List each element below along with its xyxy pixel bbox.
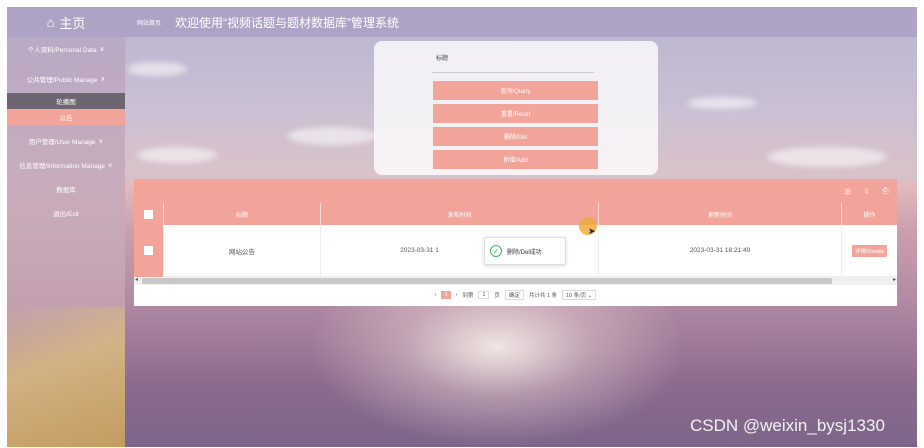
chevron-down-icon: ∨: [99, 46, 105, 53]
page-size-value: 10 条/页: [566, 293, 587, 299]
sidebar-subitem-label: 轮播图: [56, 99, 76, 106]
sidebar-subitem-label: 公告: [59, 115, 73, 122]
toast-message: 删除/Del成功: [507, 249, 542, 256]
page-unit-label: 页: [494, 293, 500, 299]
goto-page-input[interactable]: 1: [478, 291, 490, 299]
delete-button[interactable]: 删除/Del: [433, 127, 598, 146]
background-cloud: [287, 127, 377, 145]
background-cloud: [767, 147, 887, 167]
select-all-checkbox[interactable]: [144, 209, 153, 219]
current-page[interactable]: 1: [441, 291, 451, 299]
total-count: 共计共 1 条: [528, 293, 558, 299]
columns-icon[interactable]: ⊞: [842, 186, 853, 197]
cell-published-text: 2023-03-31 1: [400, 247, 439, 254]
check-circle-icon: ✓: [490, 245, 502, 257]
sidebar-item-user-manage[interactable]: 用户管理/User Manage ∨: [7, 129, 125, 153]
site-home-link[interactable]: 网站首页: [137, 18, 161, 27]
sidebar-item-information-manage[interactable]: 信息管理/Information Manage ∨: [7, 153, 125, 177]
goto-confirm-button[interactable]: 确定: [504, 290, 524, 300]
background-cloud: [687, 97, 757, 109]
column-header-actions: 操作: [863, 212, 876, 219]
page-size-select[interactable]: 10 条/页 ⌄: [562, 290, 597, 300]
home-icon: ⌂: [46, 14, 55, 30]
chevron-down-icon: ∨: [98, 138, 104, 145]
mouse-cursor-icon: ➤: [588, 226, 596, 236]
reset-button[interactable]: 重置/Reset: [433, 104, 598, 123]
sidebar: ⌂ 主页 个人资料/Personal Data ∨ 公共管理/Public Ma…: [7, 7, 125, 447]
details-button[interactable]: 详情/Details: [851, 244, 888, 257]
scroll-right-icon[interactable]: ▸: [893, 276, 896, 283]
sidebar-home-label: 主页: [59, 15, 86, 31]
title-field-label: 标题: [436, 56, 449, 62]
search-panel: 标题 查询/Query 重置/Reset 删除/Del 新增/Add: [374, 41, 658, 175]
success-toast: ✓ 删除/Del成功: [484, 237, 566, 265]
scrollbar-thumb[interactable]: [142, 278, 832, 284]
column-header-title[interactable]: 标题: [164, 203, 321, 225]
sidebar-item-label: 公共管理/Public Manage: [26, 77, 98, 84]
cell-actions: 详情/Details: [842, 225, 897, 277]
goto-label: 到第: [462, 293, 474, 299]
background-cloud: [137, 147, 217, 163]
scroll-left-icon[interactable]: ◂: [135, 276, 138, 283]
app-window: ⌂ 主页 个人资料/Personal Data ∨ 公共管理/Public Ma…: [7, 7, 917, 447]
cell-title: 网站公告: [164, 224, 321, 277]
next-page-icon[interactable]: ›: [456, 292, 458, 298]
column-header-published[interactable]: 发布时间: [321, 203, 599, 225]
sidebar-item-label: 个人资料/Personal Data: [27, 47, 97, 54]
sidebar-home[interactable]: ⌂ 主页: [7, 7, 125, 37]
chevron-down-icon: ∨: [107, 162, 113, 169]
table-toolbar: ⊞ ⇩ ⎙: [134, 179, 897, 203]
horizontal-scrollbar[interactable]: ◂ ▸: [134, 277, 897, 285]
top-bar: 网站首页 欢迎使用“视频话题与题材数据库”管理系统: [125, 7, 917, 37]
export-icon[interactable]: ⇩: [861, 186, 872, 197]
query-button[interactable]: 查询/Query: [433, 81, 598, 100]
table-header: 标题 发布时间 更新时间 操作: [134, 203, 897, 225]
sidebar-item-label: 信息管理/Information Manage: [19, 163, 105, 170]
prev-page-icon[interactable]: ‹: [435, 292, 437, 298]
sidebar-item-database[interactable]: 数据库: [7, 177, 125, 201]
sidebar-item-label: 退出/Exit: [53, 211, 79, 218]
sidebar-item-label: 数据库: [56, 187, 76, 194]
row-select-cell: [134, 224, 164, 277]
chevron-down-icon: ⌄: [587, 293, 593, 299]
watermark: CSDN @weixin_bysj1330: [690, 416, 885, 435]
background-cloud: [127, 62, 187, 76]
print-icon[interactable]: ⎙: [880, 186, 891, 197]
sidebar-item-exit[interactable]: 退出/Exit: [7, 201, 125, 225]
sidebar-subitem-carousel[interactable]: 轮播图: [7, 93, 125, 109]
sidebar-item-personal-data[interactable]: 个人资料/Personal Data ∨: [7, 37, 125, 61]
page-title: 欢迎使用“视频话题与题材数据库”管理系统: [175, 15, 400, 30]
sidebar-item-label: 用户管理/User Manage: [28, 139, 96, 146]
column-header-updated[interactable]: 更新时间: [599, 203, 842, 225]
sidebar-item-public-manage[interactable]: 公共管理/Public Manage ∧: [7, 67, 125, 91]
sidebar-subitem-notice[interactable]: 公告: [7, 109, 125, 125]
row-checkbox[interactable]: [144, 246, 153, 255]
chevron-up-icon: ∧: [100, 76, 106, 83]
select-all-cell: [134, 203, 164, 225]
title-search-input[interactable]: [432, 63, 594, 73]
add-button[interactable]: 新增/Add: [433, 150, 598, 169]
background-grass: [7, 307, 125, 447]
pagination: ‹ 1 › 到第 1 页 确定 共计共 1 条 10 条/页 ⌄: [134, 285, 897, 305]
cell-updated: 2023-03-31 18:21:49: [599, 224, 842, 277]
